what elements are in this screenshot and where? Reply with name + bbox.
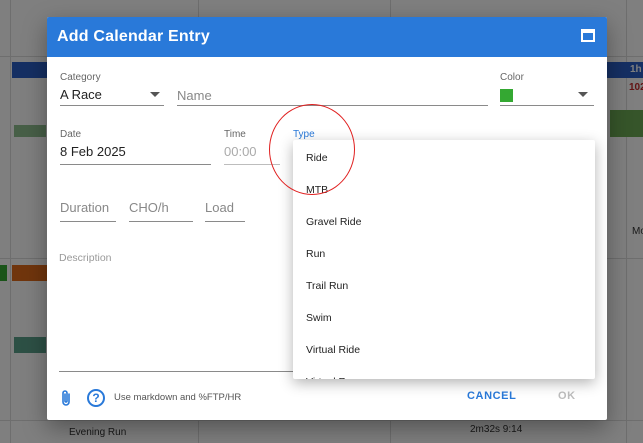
- type-option-run[interactable]: Run: [293, 238, 595, 270]
- description-placeholder: Description: [59, 252, 112, 264]
- type-label: Type: [293, 129, 315, 140]
- dialog-title: Add Calendar Entry: [57, 28, 210, 45]
- color-select[interactable]: Color: [500, 72, 594, 106]
- duration-input[interactable]: Duration: [60, 200, 116, 222]
- type-option-gravel-ride[interactable]: Gravel Ride: [293, 206, 595, 238]
- name-placeholder: Name: [177, 88, 212, 103]
- date-input[interactable]: Date 8 Feb 2025: [60, 129, 211, 165]
- time-placeholder: 00:00: [224, 144, 257, 159]
- type-option-trail-run[interactable]: Trail Run: [293, 270, 595, 302]
- color-label: Color: [500, 72, 524, 83]
- maximize-icon[interactable]: [581, 29, 595, 42]
- duration-placeholder: Duration: [60, 200, 110, 215]
- category-select[interactable]: Category A Race: [60, 72, 164, 106]
- dialog-footer: ? Use markdown and %FTP/HR CANCEL OK: [47, 376, 607, 420]
- chevron-down-icon: [150, 92, 160, 97]
- field-underline: [60, 221, 116, 222]
- markdown-hint: Use markdown and %FTP/HR: [114, 392, 242, 403]
- description-textarea[interactable]: Description: [59, 249, 317, 372]
- time-input[interactable]: Time 00:00: [224, 129, 280, 165]
- dialog-header: Add Calendar Entry: [47, 17, 607, 57]
- field-underline: [224, 164, 280, 165]
- time-label: Time: [224, 129, 246, 140]
- ok-button[interactable]: OK: [558, 390, 576, 402]
- paperclip-icon[interactable]: [59, 389, 73, 407]
- type-option-virtual-run[interactable]: Virtual Run: [293, 366, 595, 379]
- field-underline: [129, 221, 193, 222]
- type-option-mtb[interactable]: MTB: [293, 174, 595, 206]
- cho-placeholder: CHO/h: [129, 200, 169, 215]
- color-swatch: [500, 89, 513, 102]
- type-option-swim[interactable]: Swim: [293, 302, 595, 334]
- cancel-button[interactable]: CANCEL: [467, 390, 516, 402]
- field-underline: [177, 105, 488, 106]
- type-option-virtual-ride[interactable]: Virtual Ride: [293, 334, 595, 366]
- date-label: Date: [60, 129, 82, 140]
- field-underline: [205, 221, 245, 222]
- field-underline: [60, 105, 164, 106]
- category-label: Category: [60, 72, 101, 83]
- help-icon[interactable]: ?: [87, 389, 105, 407]
- category-value: A Race: [60, 87, 102, 102]
- load-placeholder: Load: [205, 200, 234, 215]
- field-underline: [60, 164, 211, 165]
- type-dropdown-menu: Ride MTB Gravel Ride Run Trail Run Swim …: [293, 140, 595, 379]
- load-input[interactable]: Load: [205, 200, 245, 222]
- field-underline: [500, 105, 594, 106]
- cho-input[interactable]: CHO/h: [129, 200, 193, 222]
- type-option-ride[interactable]: Ride: [293, 142, 595, 174]
- date-value: 8 Feb 2025: [60, 144, 126, 159]
- chevron-down-icon: [578, 92, 588, 97]
- name-input[interactable]: Name: [177, 72, 488, 106]
